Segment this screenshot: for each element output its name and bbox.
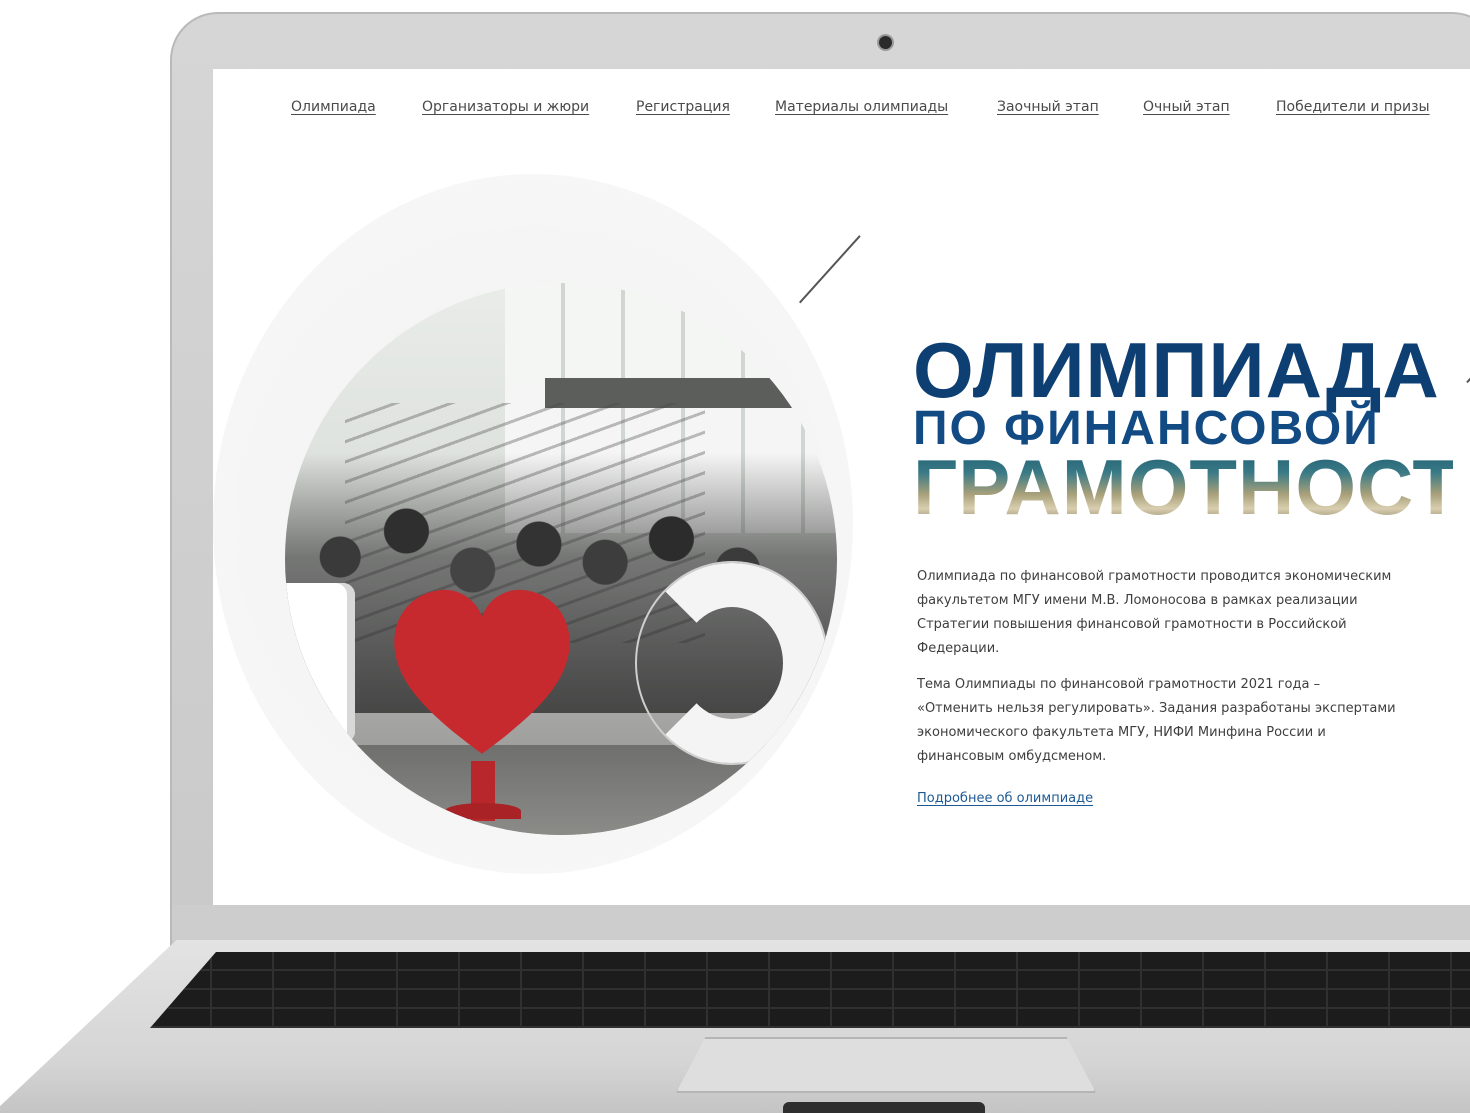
heart-icon xyxy=(394,589,570,754)
description-paragraph-1: Олимпиада по финансовой грамотности пров… xyxy=(917,569,1392,656)
nav-registration[interactable]: Регистрация xyxy=(636,99,730,115)
main-nav: Олимпиада Организаторы и жюри Регистраци… xyxy=(291,99,1470,123)
more-about-olympiad-link[interactable]: Подробнее об олимпиаде xyxy=(917,791,1093,806)
trackpad xyxy=(676,1037,1096,1093)
laptop-screen: Олимпиада Организаторы и жюри Регистраци… xyxy=(213,69,1470,905)
title-line-1: ОЛИМПИАДА xyxy=(913,326,1440,414)
hero-description: Олимпиада по финансовой грамотности пров… xyxy=(917,565,1397,781)
screen-bezel xyxy=(172,905,1470,941)
nav-winners-prizes[interactable]: Победители и призы xyxy=(1276,99,1430,115)
nav-fulltime-stage[interactable]: Очный этап xyxy=(1143,99,1230,115)
nav-correspondence-stage[interactable]: Заочный этап xyxy=(997,99,1099,115)
title-line-3: ГРАМОТНОСТИ xyxy=(913,443,1470,531)
nav-olympiad[interactable]: Олимпиада xyxy=(291,99,376,115)
decorative-line xyxy=(1466,372,1470,384)
laptop-notch xyxy=(783,1102,985,1113)
hero-photo xyxy=(285,283,837,835)
nav-materials[interactable]: Материалы олимпиады xyxy=(775,99,948,115)
keyboard xyxy=(150,952,1470,1028)
camera-icon xyxy=(877,34,894,51)
description-paragraph-2: Тема Олимпиады по финансовой грамотности… xyxy=(917,677,1396,764)
nav-organizers-jury[interactable]: Организаторы и жюри xyxy=(422,99,589,115)
hero-title: ОЛИМПИАДА ПО ФИНАНСОВОЙ ГРАМОТНОСТИ xyxy=(913,326,1470,531)
